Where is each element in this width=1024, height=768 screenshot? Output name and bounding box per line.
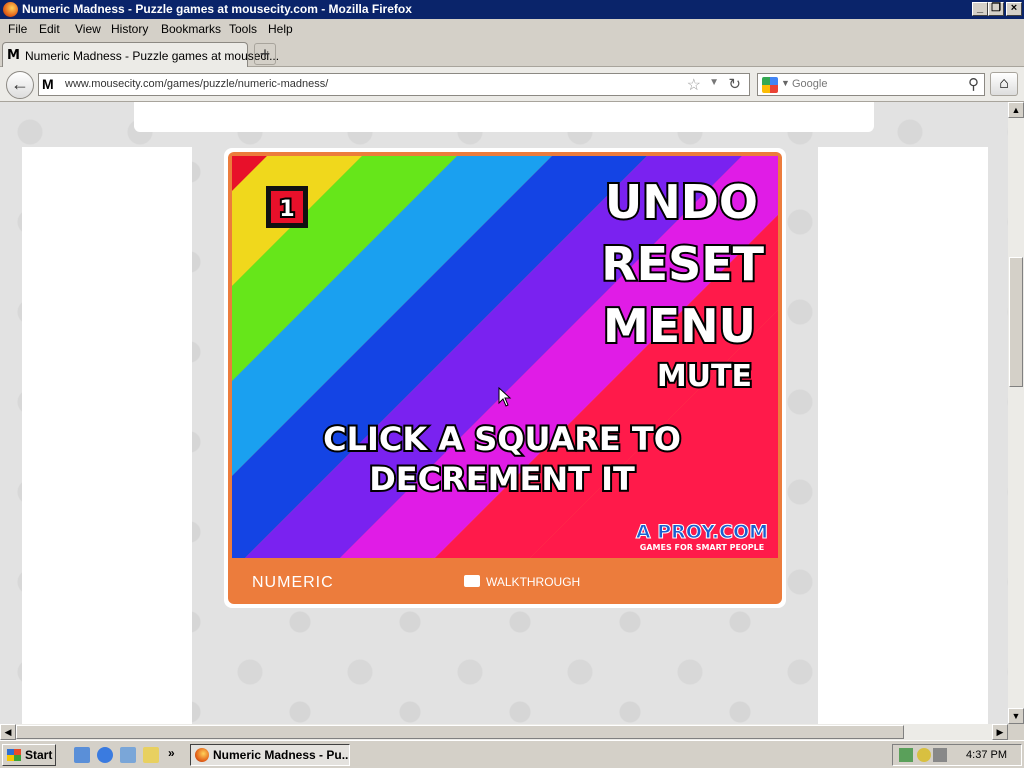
walkthrough-label: WALKTHROUGH: [486, 575, 581, 589]
instruction-line-1: CLICK A SQUARE TO: [323, 420, 681, 458]
game-title-label: NUMERIC: [252, 574, 334, 591]
url-text: www.mousecity.com/games/puzzle/numeric-m…: [65, 78, 329, 90]
quicklaunch-more-icon[interactable]: »: [168, 746, 175, 760]
url-bar[interactable]: M www.mousecity.com/games/puzzle/numeric…: [38, 73, 750, 96]
window-title: Numeric Madness - Puzzle games at mousec…: [22, 2, 412, 16]
bookmark-star-icon[interactable]: ☆: [687, 75, 701, 95]
back-button[interactable]: ←: [6, 71, 34, 99]
tab-numeric-madness[interactable]: M Numeric Madness - Puzzle games at mous…: [2, 42, 279, 67]
brand-logo[interactable]: A PROY.COM: [635, 521, 768, 544]
walkthrough-icon: [464, 575, 480, 587]
start-button[interactable]: Start: [2, 744, 56, 766]
search-placeholder: Google: [792, 78, 828, 90]
close-button[interactable]: ×: [1006, 2, 1022, 16]
taskbar-firefox-window[interactable]: Numeric Madness - Pu...: [190, 744, 350, 766]
menu-button[interactable]: MENU: [601, 297, 758, 355]
game-container: 1 UNDO RESET MENU MUTE CLICK A SQUARE TO…: [228, 152, 782, 604]
search-icon[interactable]: ⚲: [968, 75, 979, 93]
brand-tagline: GAMES FOR SMART PEOPLE: [640, 543, 764, 552]
title-bar: Numeric Madness - Puzzle games at mousec…: [0, 0, 1024, 19]
scroll-left-arrow-icon[interactable]: ◀: [0, 724, 16, 740]
tab-label: Numeric Madness - Puzzle games at mousec…: [25, 49, 280, 63]
menu-bookmarks[interactable]: Bookmarks: [161, 22, 221, 36]
walkthrough-link[interactable]: WALKTHROUGH: [464, 575, 580, 589]
volume-icon[interactable]: [933, 748, 947, 762]
horizontal-scroll-thumb[interactable]: [16, 725, 904, 739]
left-ad-panel: [22, 147, 192, 724]
restore-button[interactable]: ❐: [988, 2, 1004, 16]
counter-value: 1: [279, 197, 294, 222]
menu-view[interactable]: View: [75, 22, 101, 36]
google-icon[interactable]: [762, 77, 778, 93]
instruction-line-2: DECREMENT IT: [369, 460, 635, 498]
undo-button[interactable]: UNDO: [603, 173, 760, 231]
internet-explorer-icon[interactable]: [97, 747, 113, 763]
system-tray: 4:37 PM: [892, 744, 1022, 766]
search-engine-dropdown-icon[interactable]: ▼: [781, 78, 790, 88]
scroll-down-arrow-icon[interactable]: ▼: [1008, 708, 1024, 724]
minimize-button[interactable]: _: [972, 2, 988, 16]
search-folder-icon[interactable]: [143, 747, 159, 763]
horizontal-scrollbar[interactable]: ◀ ▶: [0, 724, 1008, 740]
outlook-express-icon[interactable]: [120, 747, 136, 763]
scroll-right-arrow-icon[interactable]: ▶: [992, 724, 1008, 740]
search-box[interactable]: ▼ Google ⚲: [757, 73, 985, 96]
reset-button[interactable]: RESET: [599, 235, 766, 293]
menu-tools[interactable]: Tools: [229, 22, 257, 36]
game-info-bar: NUMERIC WALKTHROUGH: [228, 562, 782, 604]
security-icon[interactable]: [917, 748, 931, 762]
windows-logo-icon: [7, 749, 21, 761]
game-frame: 1 UNDO RESET MENU MUTE CLICK A SQUARE TO…: [224, 148, 786, 608]
page-content: 1 UNDO RESET MENU MUTE CLICK A SQUARE TO…: [0, 102, 1008, 724]
taskbar: Start » Numeric Madness - Pu... 4:37 PM: [0, 740, 1024, 768]
reload-icon[interactable]: ↻: [728, 75, 741, 93]
menu-help[interactable]: Help: [268, 22, 293, 36]
start-label: Start: [25, 748, 53, 762]
vertical-scrollbar[interactable]: ▲ ▼: [1008, 102, 1024, 724]
site-identity-icon[interactable]: M: [42, 76, 54, 92]
scroll-up-arrow-icon[interactable]: ▲: [1008, 102, 1024, 118]
network-icon[interactable]: [899, 748, 913, 762]
game-canvas[interactable]: 1 UNDO RESET MENU MUTE CLICK A SQUARE TO…: [232, 156, 778, 558]
vertical-scroll-thumb[interactable]: [1009, 257, 1023, 387]
menu-edit[interactable]: Edit: [39, 22, 60, 36]
firefox-icon: [3, 2, 18, 17]
task-label: Numeric Madness - Pu...: [213, 748, 350, 762]
new-tab-button[interactable]: +: [254, 43, 276, 65]
show-desktop-icon[interactable]: [74, 747, 90, 763]
menu-file[interactable]: File: [8, 22, 27, 36]
menu-bar: File Edit View History Bookmarks Tools H…: [0, 19, 1024, 39]
mute-button[interactable]: MUTE: [655, 357, 754, 396]
right-ad-panel: [818, 147, 988, 724]
top-white-panel: [134, 102, 874, 132]
scroll-corner: [1008, 724, 1024, 740]
clock: 4:37 PM: [966, 749, 1007, 761]
history-dropdown-icon[interactable]: ▼: [709, 77, 719, 88]
firefox-task-icon: [195, 748, 209, 762]
mousecity-favicon-icon: M: [7, 48, 20, 63]
menu-history[interactable]: History: [111, 22, 148, 36]
home-button[interactable]: ⌂: [990, 72, 1018, 96]
navigation-toolbar: ← M www.mousecity.com/games/puzzle/numer…: [0, 67, 1024, 102]
tab-strip: M Numeric Madness - Puzzle games at mous…: [0, 39, 1024, 67]
